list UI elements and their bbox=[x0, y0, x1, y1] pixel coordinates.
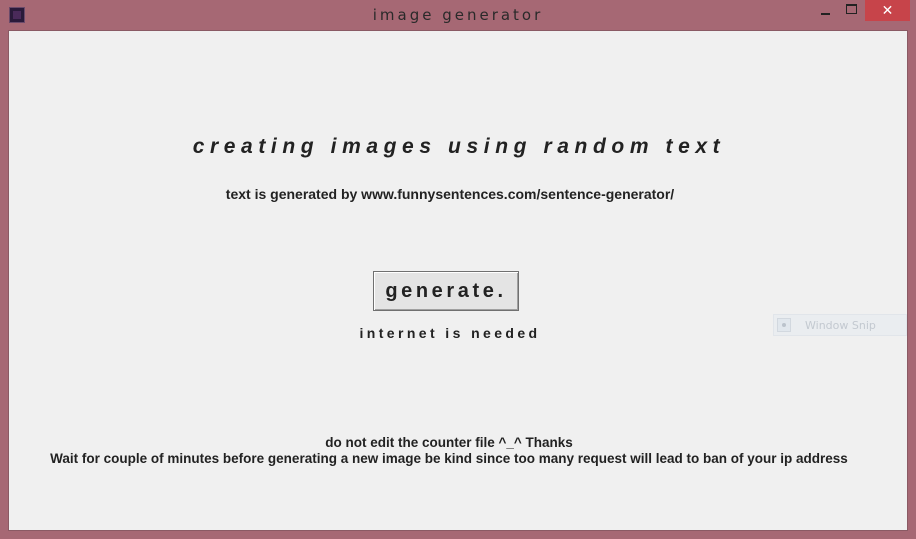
window-title: image generator bbox=[372, 6, 544, 24]
close-icon: ✕ bbox=[881, 2, 894, 19]
internet-note: internet is needed bbox=[359, 325, 541, 341]
app-window: image generator ✕ creating images using … bbox=[0, 0, 916, 539]
snip-icon bbox=[777, 318, 791, 332]
maximize-button[interactable] bbox=[838, 0, 864, 21]
rate-limit-note: Wait for couple of minutes before genera… bbox=[50, 451, 848, 466]
source-note: text is generated by www.funnysentences.… bbox=[225, 186, 675, 202]
client-area: creating images using random text text i… bbox=[8, 30, 908, 531]
minimize-icon bbox=[820, 12, 830, 15]
counter-file-note: do not edit the counter file ^_^ Thanks bbox=[325, 435, 573, 450]
window-snip-widget[interactable]: Window Snip bbox=[773, 314, 907, 336]
minimize-button[interactable] bbox=[812, 0, 838, 21]
maximize-icon bbox=[845, 3, 857, 14]
title-bar[interactable]: image generator ✕ bbox=[0, 0, 916, 30]
close-button[interactable]: ✕ bbox=[865, 0, 910, 21]
generate-button[interactable]: generate. bbox=[373, 271, 519, 311]
snip-label: Window Snip bbox=[805, 318, 876, 332]
page-heading: creating images using random text bbox=[192, 135, 726, 158]
